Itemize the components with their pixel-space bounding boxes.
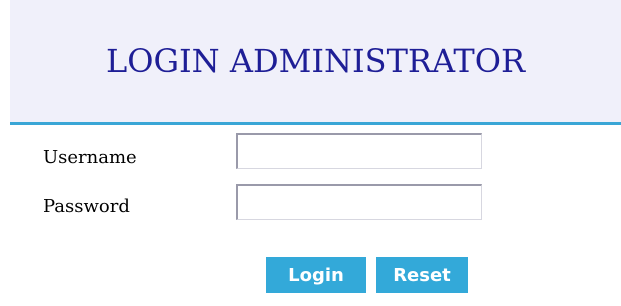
login-button[interactable]: Login xyxy=(266,257,366,293)
username-label: Username xyxy=(43,147,137,168)
password-field[interactable] xyxy=(236,184,482,220)
page-title: LOGIN ADMINISTRATOR xyxy=(105,42,526,80)
reset-button[interactable]: Reset xyxy=(376,257,468,293)
username-field[interactable] xyxy=(236,133,482,169)
login-header: LOGIN ADMINISTRATOR xyxy=(10,0,621,122)
login-form: Username Password Login Reset xyxy=(10,125,621,306)
password-label: Password xyxy=(43,196,130,217)
login-panel: LOGIN ADMINISTRATOR Username Password Lo… xyxy=(10,0,621,306)
